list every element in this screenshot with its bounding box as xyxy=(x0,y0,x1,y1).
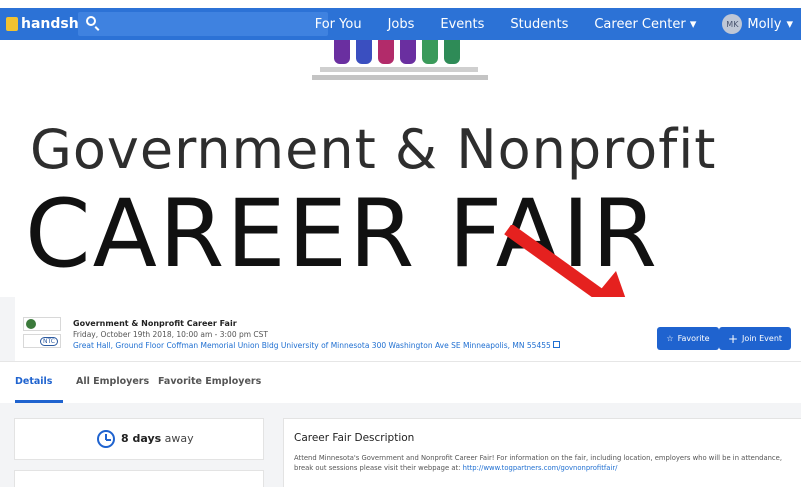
nav-career-center[interactable]: Career Center xyxy=(594,17,696,32)
banner-pillar xyxy=(378,40,394,64)
avatar: MK xyxy=(722,14,743,34)
tab-all-employers[interactable]: All Employers xyxy=(76,376,149,387)
tree-icon xyxy=(26,319,36,329)
event-info-bar: NTC Government & Nonprofit Career Fair F… xyxy=(15,297,801,361)
banner-base xyxy=(312,75,488,80)
join-label: Join Event xyxy=(742,334,783,343)
favorite-button[interactable]: ☆ Favorite xyxy=(657,327,719,350)
description-card: Career Fair Description Attend Minnesota… xyxy=(283,418,801,487)
event-banner-image: Government & Nonprofit CAREER FAIR xyxy=(0,40,801,297)
sidebar-card xyxy=(14,470,264,487)
banner-base xyxy=(320,67,478,72)
event-title: Government & Nonprofit Career Fair xyxy=(73,319,237,328)
countdown-value: 8 days xyxy=(121,432,162,445)
event-location-link[interactable]: Great Hall, Ground Floor Coffman Memoria… xyxy=(73,341,560,350)
plus-icon: + xyxy=(727,331,739,346)
school-logos: NTC xyxy=(23,317,61,348)
user-menu[interactable]: MK Molly xyxy=(722,14,793,34)
nav-career-center-label: Career Center xyxy=(594,16,686,32)
overlay-caption-strip xyxy=(0,0,801,8)
nav-events[interactable]: Events xyxy=(440,17,484,32)
countdown-card: 8 days away xyxy=(14,418,264,460)
banner-pillar xyxy=(444,40,460,64)
star-icon: ☆ xyxy=(666,334,674,343)
school-logo xyxy=(23,317,61,331)
description-body: Attend Minnesota's Government and Nonpro… xyxy=(294,453,794,473)
tab-favorite-employers[interactable]: Favorite Employers xyxy=(158,376,261,387)
description-title: Career Fair Description xyxy=(294,432,415,444)
tab-details[interactable]: Details xyxy=(15,376,52,387)
banner-pillar xyxy=(422,40,438,64)
join-event-button[interactable]: + Join Event xyxy=(719,327,791,350)
ntc-logo-text: NTC xyxy=(40,336,58,346)
banner-pillar xyxy=(334,40,350,64)
event-location-text: Great Hall, Ground Floor Coffman Memoria… xyxy=(73,341,551,350)
banner-pillar xyxy=(356,40,372,64)
nav-students[interactable]: Students xyxy=(510,17,568,32)
search-input[interactable] xyxy=(78,12,328,36)
banner-pillar xyxy=(400,40,416,64)
countdown-suffix: away xyxy=(164,432,194,445)
nav-links: For You Jobs Events Students Career Cent… xyxy=(315,8,793,40)
favorite-label: Favorite xyxy=(677,334,710,343)
fair-website-link[interactable]: http://www.togpartners.com/govnonprofitf… xyxy=(463,464,618,472)
handshake-logo-icon xyxy=(6,17,18,31)
top-navbar: handshake For You Jobs Events Students C… xyxy=(0,8,801,40)
clock-icon xyxy=(97,430,115,448)
search-icon xyxy=(86,16,96,26)
event-date: Friday, October 19th 2018, 10:00 am - 3:… xyxy=(73,330,269,339)
countdown-text: 8 days away xyxy=(121,432,194,445)
external-link-icon xyxy=(552,341,560,348)
banner-heading: Government & Nonprofit xyxy=(30,118,717,181)
active-tab-indicator xyxy=(15,400,63,403)
nav-for-you[interactable]: For You xyxy=(315,17,362,32)
event-tabs: Details All Employers Favorite Employers xyxy=(0,361,801,403)
nav-jobs[interactable]: Jobs xyxy=(388,17,415,32)
user-name: Molly xyxy=(747,16,782,32)
school-logo: NTC xyxy=(23,334,61,348)
